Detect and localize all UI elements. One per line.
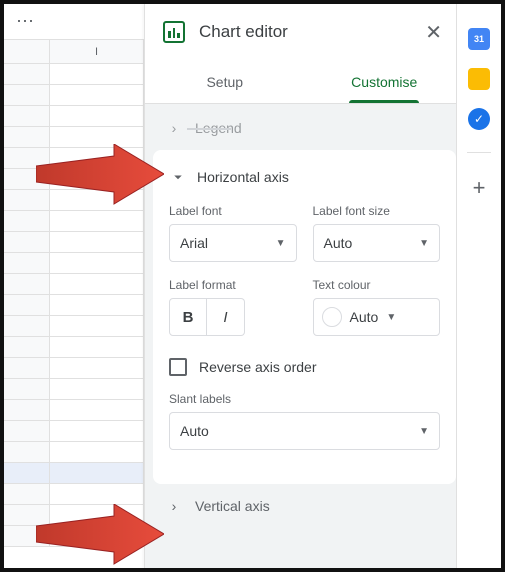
section-label: Legend: [195, 120, 242, 136]
label-font-label: Label font: [169, 204, 297, 218]
add-addon-button[interactable]: +: [473, 175, 486, 201]
column-header[interactable]: I: [50, 40, 143, 63]
chart-icon: [163, 21, 185, 43]
label-format-label: Label format: [169, 278, 297, 292]
section-legend[interactable]: › Legend: [153, 110, 456, 146]
label-font-select[interactable]: Arial ▼: [169, 224, 297, 262]
panel-body: › Legend Horizontal axis Label font Aria…: [145, 104, 464, 568]
bold-button[interactable]: B: [169, 298, 207, 336]
reverse-axis-checkbox[interactable]: [169, 358, 187, 376]
panel-header: Chart editor ✕: [145, 4, 464, 60]
section-title: Horizontal axis: [197, 169, 289, 185]
chevron-down-icon: [169, 168, 187, 186]
tabs: Setup Customise: [145, 60, 464, 104]
sheet-toolbar: ⋯: [4, 4, 144, 40]
select-all-corner[interactable]: [4, 40, 50, 63]
annotation-arrow: [36, 144, 164, 214]
slant-labels-select[interactable]: Auto ▼: [169, 412, 440, 450]
chevron-right-icon: ›: [165, 498, 183, 514]
keep-icon[interactable]: [468, 68, 490, 90]
reverse-axis-label: Reverse axis order: [199, 359, 317, 375]
dropdown-icon: ▼: [419, 238, 429, 249]
panel-title: Chart editor: [199, 22, 421, 42]
slant-labels-label: Slant labels: [169, 392, 440, 406]
text-colour-select[interactable]: Auto ▼: [313, 298, 441, 336]
spreadsheet-background: ⋯ I: [4, 4, 144, 568]
dropdown-icon: ▼: [386, 312, 396, 323]
reverse-axis-row[interactable]: Reverse axis order: [169, 358, 440, 376]
side-panel-rail: +: [456, 4, 501, 568]
text-colour-label: Text colour: [313, 278, 441, 292]
close-button[interactable]: ✕: [421, 16, 446, 49]
chevron-right-icon: ›: [165, 120, 183, 136]
spreadsheet-grid[interactable]: I: [4, 40, 144, 568]
calendar-icon[interactable]: [468, 28, 490, 50]
tasks-icon[interactable]: [468, 108, 490, 130]
section-label: Vertical axis: [195, 498, 270, 514]
section-vertical-axis[interactable]: › Vertical axis: [153, 488, 456, 524]
tab-setup[interactable]: Setup: [145, 60, 305, 103]
chart-editor-panel: Chart editor ✕ Setup Customise › Legend …: [144, 4, 464, 568]
label-font-size-label: Label font size: [313, 204, 441, 218]
italic-button[interactable]: I: [207, 298, 245, 336]
more-menu-icon[interactable]: ⋯: [16, 11, 36, 32]
colour-swatch: [322, 307, 342, 327]
dropdown-icon: ▼: [276, 238, 286, 249]
section-toggle[interactable]: Horizontal axis: [169, 168, 440, 186]
label-font-size-select[interactable]: Auto ▼: [313, 224, 441, 262]
section-horizontal-axis: Horizontal axis Label font Arial ▼ Label…: [153, 150, 456, 484]
separator: [467, 152, 491, 153]
dropdown-icon: ▼: [419, 426, 429, 437]
tab-customise[interactable]: Customise: [305, 60, 465, 103]
label-format-group: B I: [169, 298, 297, 336]
annotation-arrow: [36, 504, 164, 574]
